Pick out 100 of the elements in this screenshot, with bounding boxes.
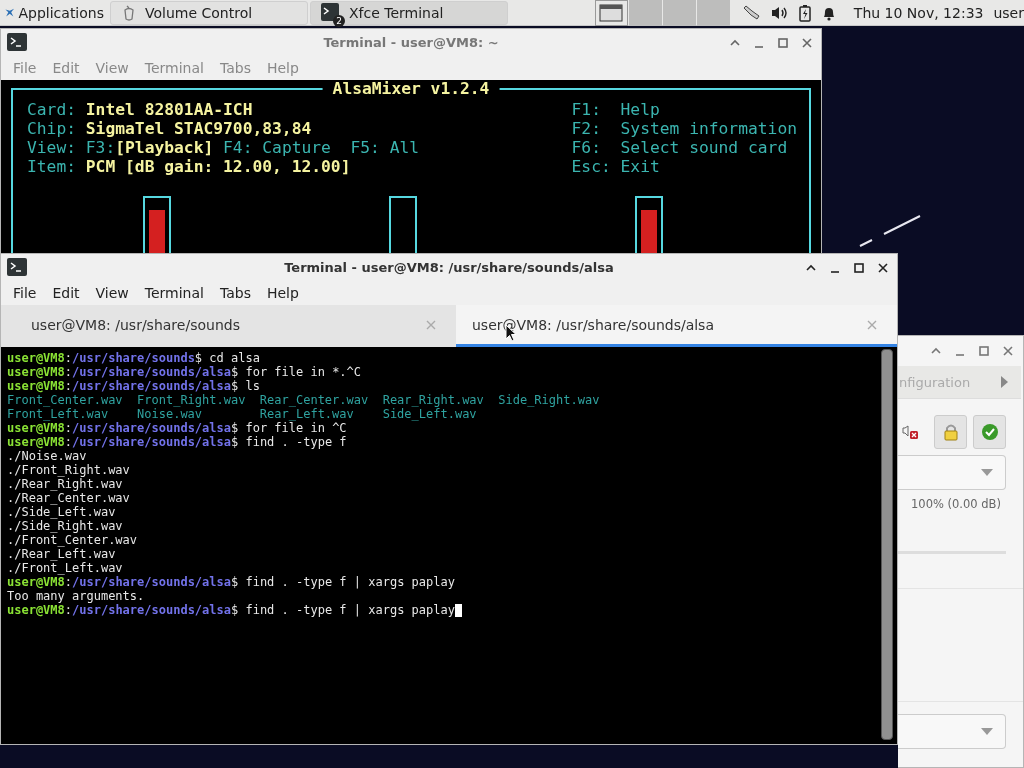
prompt-path: /usr/share/sounds <box>72 351 195 365</box>
maximize-icon[interactable] <box>853 262 865 274</box>
command-text: find . -type f | xargs paplay <box>245 575 455 589</box>
prompt-user: user@VM8 <box>7 365 65 379</box>
window-title: Terminal - user@VM8: /usr/share/sounds/alsa <box>284 260 614 275</box>
lock-button[interactable] <box>934 415 967 449</box>
info-value: F4: Capture F5: All <box>222 138 420 157</box>
shortcut-action: Exit <box>620 157 660 176</box>
command-text: find . -type f | xargs paplay <box>245 603 455 617</box>
menu-item[interactable]: Edit <box>44 285 88 301</box>
terminal-tab[interactable]: user@VM8: /usr/share/sounds/alsa <box>456 305 897 347</box>
terminal-icon <box>7 258 27 276</box>
info-label: Chip: <box>27 119 77 138</box>
info-value: F3: <box>85 138 116 157</box>
file-name: Side_Left.wav <box>382 407 477 421</box>
output-line: ./Noise.wav <box>7 449 87 463</box>
file-name: Front_Right.wav <box>137 393 246 407</box>
prompt-separator: : <box>64 435 73 449</box>
shortcut-key: Esc: <box>571 157 621 176</box>
output-line: ./Front_Center.wav <box>7 533 138 547</box>
padlock-icon <box>941 423 960 441</box>
file-name: Rear_Left.wav <box>259 407 354 421</box>
prompt-user: user@VM8 <box>7 379 65 393</box>
prompt-symbol: $ <box>231 379 239 393</box>
menu-item[interactable]: Help <box>258 285 307 301</box>
info-value: SigmaTel STAC9700,83,84 <box>85 119 312 138</box>
prompt-path: /usr/share/sounds/alsa <box>72 379 231 393</box>
info-label: Item: <box>27 157 77 176</box>
menu-item[interactable]: View <box>87 285 137 301</box>
microphone-icon <box>121 3 137 22</box>
prompt-symbol: $ <box>231 421 239 435</box>
prompt-symbol: $ <box>231 435 239 449</box>
shortcut-action: System information <box>620 119 797 138</box>
output-line: ./Rear_Right.wav <box>7 477 123 491</box>
prompt-separator: : <box>64 379 73 393</box>
menu-item[interactable]: File <box>5 285 45 301</box>
info-value: PCM [dB gain: 12.00, 12.00] <box>85 157 351 176</box>
output-line: ./Side_Left.wav <box>7 505 116 519</box>
prompt-separator: : <box>64 421 73 435</box>
command-text: ls <box>245 379 260 393</box>
shortcut-action: Help <box>620 100 660 119</box>
prompt-symbol: $ <box>231 365 239 379</box>
file-name: Front_Center.wav <box>7 393 123 407</box>
prompt-path: /usr/share/sounds/alsa <box>72 575 231 589</box>
volume-reading: 100% (0.00 dB) <box>911 497 1002 511</box>
terminal-tab[interactable]: user@VM8: /usr/share/sounds <box>1 305 456 347</box>
clock[interactable]: Thu 10 Nov, 12:33 <box>853 4 984 21</box>
scroll-right-icon[interactable] <box>999 375 1009 389</box>
battery-icon[interactable] <box>798 3 811 22</box>
info-value: [Playback] <box>115 138 214 157</box>
window-title: Terminal - user@VM8: ~ <box>323 35 499 50</box>
muted-speaker-icon[interactable] <box>902 424 918 440</box>
info-label: Card: <box>27 100 77 119</box>
prompt-path: /usr/share/sounds/alsa <box>72 421 231 435</box>
shortcut-key: F6: <box>571 138 621 157</box>
prompt-user: user@VM8 <box>7 435 65 449</box>
prompt-user: user@VM8 <box>7 421 65 435</box>
info-label: View: <box>27 138 77 157</box>
output-line: ./Front_Right.wav <box>7 463 130 477</box>
scrollbar[interactable] <box>881 349 893 740</box>
prompt-separator: : <box>64 603 73 617</box>
prompt-user: user@VM8 <box>7 575 65 589</box>
output-line: ./Rear_Left.wav <box>7 547 116 561</box>
prompt-separator: : <box>64 365 73 379</box>
wallpaper-streak <box>858 214 922 248</box>
shortcut-action: Select sound card <box>620 138 788 157</box>
file-name: Side_Right.wav <box>498 393 600 407</box>
prompt-symbol: $ <box>231 575 239 589</box>
output-line: ./Rear_Center.wav <box>7 491 130 505</box>
command-text: cd alsa <box>209 351 260 365</box>
shortcut-key: F1: <box>571 100 621 119</box>
file-name: Rear_Right.wav <box>382 393 484 407</box>
output-line: Too many arguments. <box>7 589 145 603</box>
file-name: Noise.wav <box>137 407 203 421</box>
workspace-button[interactable] <box>594 0 628 26</box>
close-icon[interactable] <box>877 262 889 274</box>
prompt-symbol: $ <box>194 351 203 365</box>
menu-item[interactable]: Terminal <box>136 285 212 301</box>
confirm-button[interactable] <box>973 415 1006 449</box>
command-text: find . -type f <box>245 435 347 449</box>
command-text: for file in *.^C <box>245 365 362 379</box>
caret-icon <box>981 727 993 736</box>
speaker-icon[interactable] <box>770 4 789 21</box>
applications-menu-button[interactable]: Applications <box>0 0 108 25</box>
checkmark-icon <box>980 423 999 441</box>
prompt-user: user@VM8 <box>7 351 65 365</box>
command-text: for file in ^C <box>245 421 347 435</box>
user-menu[interactable]: user <box>993 4 1024 21</box>
prompt-separator: : <box>64 351 73 365</box>
prompt-symbol: $ <box>231 603 239 617</box>
caret-icon <box>981 468 993 477</box>
prompt-path: /usr/share/sounds/alsa <box>72 435 231 449</box>
output-line: ./Front_Left.wav <box>7 561 123 575</box>
prompt-user: user@VM8 <box>7 603 65 617</box>
taskbar-button[interactable]: 2 Xfce Terminal <box>310 0 508 25</box>
taskbar-button[interactable]: Volume Control <box>110 0 308 25</box>
output-line: ./Side_Right.wav <box>7 519 123 533</box>
menu-item[interactable]: Tabs <box>211 285 259 301</box>
file-name: Front_Left.wav <box>7 407 109 421</box>
info-value: Intel 82801AA-ICH <box>85 100 253 119</box>
